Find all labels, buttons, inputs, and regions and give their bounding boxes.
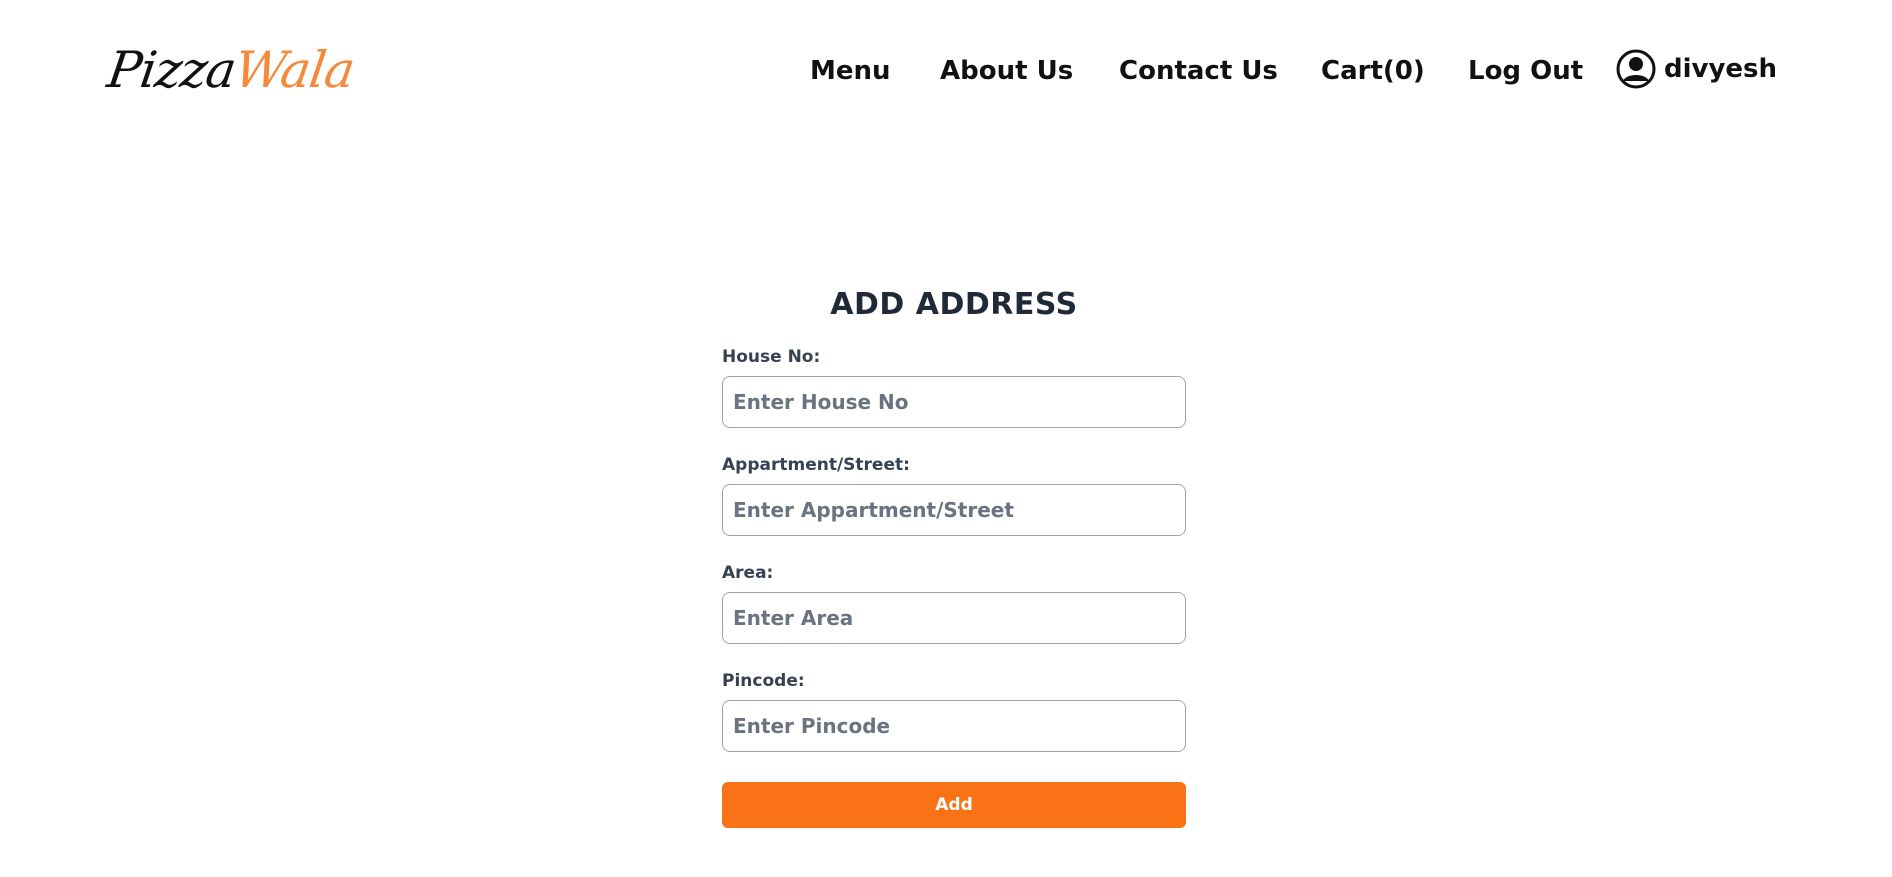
house-no-label: House No:: [722, 347, 821, 367]
page-title: ADD ADDRESS: [830, 287, 1078, 322]
add-address-form: ADD ADDRESS House No: Appartment/Street:…: [722, 282, 1186, 828]
pincode-input[interactable]: [722, 700, 1186, 752]
pincode-label: Pincode:: [722, 671, 805, 691]
user-circle-icon: [1616, 49, 1656, 89]
pincode-field-group: Pincode:: [722, 670, 1186, 752]
nav-item-log-out[interactable]: Log Out: [1468, 50, 1583, 92]
house-no-input[interactable]: [722, 376, 1186, 428]
main-nav: Menu About Us Contact Us Cart(0) Log Out: [0, 50, 1892, 92]
street-label: Appartment/Street:: [722, 455, 910, 475]
user-name: divyesh: [1664, 54, 1778, 84]
user-menu[interactable]: divyesh: [1616, 44, 1777, 94]
house-no-field-group: House No:: [722, 346, 1186, 428]
nav-item-menu[interactable]: Menu: [810, 50, 891, 92]
area-input[interactable]: [722, 592, 1186, 644]
street-field-group: Appartment/Street:: [722, 454, 1186, 536]
nav-item-cart[interactable]: Cart(0): [1321, 50, 1425, 92]
add-button[interactable]: Add: [722, 782, 1186, 828]
nav-item-contact-us[interactable]: Contact Us: [1119, 50, 1278, 92]
street-input[interactable]: [722, 484, 1186, 536]
area-field-group: Area:: [722, 562, 1186, 644]
nav-item-about-us[interactable]: About Us: [940, 50, 1073, 92]
area-label: Area:: [722, 563, 774, 583]
